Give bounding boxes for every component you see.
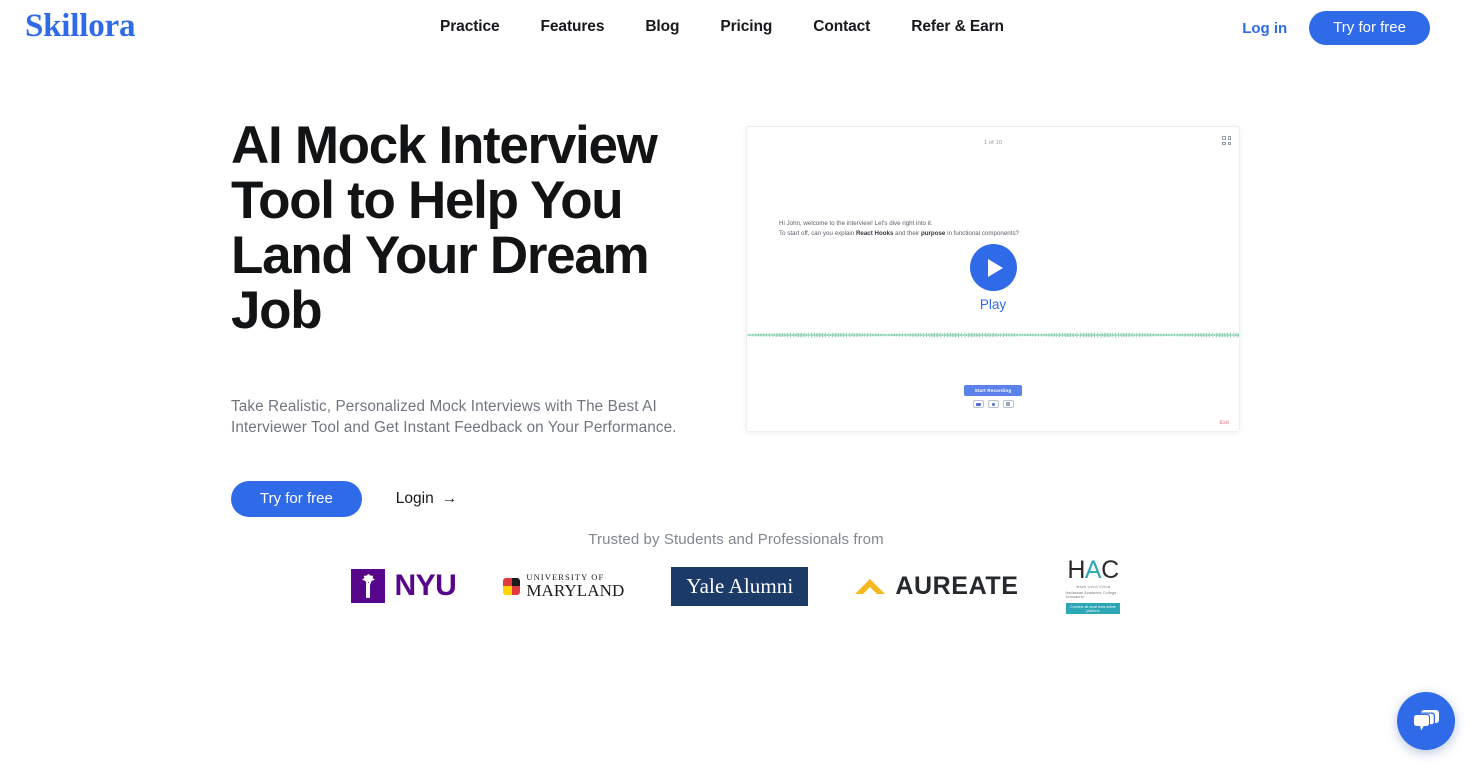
page-title: AI Mock Interview Tool to Help You Land … (231, 116, 658, 340)
trusted-logos: NYU UNIVERSITY OF MARYLAND Yale Alumni A… (0, 558, 1472, 614)
hero-content: AI Mock Interview Tool to Help You Land … (231, 118, 731, 517)
grid-expand-icon[interactable] (1222, 136, 1231, 145)
logo-university-of-maryland: UNIVERSITY OF MARYLAND (503, 573, 624, 600)
exit-button[interactable]: Exit (1219, 420, 1229, 426)
play-control: Play (747, 244, 1239, 312)
logo-yale-alumni: Yale Alumni (671, 566, 809, 606)
start-recording-button[interactable]: Start Recording (963, 385, 1023, 396)
chat-bubble-icon (1413, 709, 1439, 730)
settings-icon[interactable] (1002, 400, 1014, 408)
transcript-middle: and their (893, 230, 921, 237)
play-triangle-icon (987, 258, 1003, 277)
nav-item-pricing[interactable]: Pricing (720, 18, 772, 36)
try-for-free-button-header[interactable]: Try for free (1309, 11, 1430, 45)
nav-item-blog[interactable]: Blog (645, 18, 679, 36)
brand-logo[interactable]: Skillora (25, 8, 135, 45)
maryland-line-2: MARYLAND (526, 581, 625, 601)
arrow-right-icon: → (441, 490, 458, 508)
hac-letter-c: C (1101, 556, 1119, 584)
maryland-wordmark: UNIVERSITY OF MARYLAND (526, 573, 624, 600)
interview-transcript: Hi John, welcome to the interview! Let's… (779, 219, 1211, 239)
recording-controls: Start Recording (747, 385, 1239, 408)
hero-actions: Try for free Login → (231, 481, 731, 517)
login-link[interactable]: Log in (1242, 20, 1287, 37)
main-nav: Practice Features Blog Pricing Contact R… (440, 18, 1004, 36)
interview-demo-panel[interactable]: 1 of 10 Hi John, welcome to the intervie… (746, 126, 1240, 432)
login-link-hero[interactable]: Login → (396, 490, 457, 508)
trusted-by-heading: Trusted by Students and Professionals fr… (588, 531, 884, 548)
aureate-chevron-icon (855, 578, 886, 595)
transcript-bold-purpose: purpose (920, 230, 946, 237)
logo-nyu: NYU (351, 569, 457, 603)
hac-letter-h: H (1067, 556, 1085, 584)
nyu-wordmark: NYU (394, 569, 457, 602)
nyu-torch-icon (351, 569, 386, 603)
nav-item-practice[interactable]: Practice (440, 18, 500, 36)
login-label: Login (395, 490, 434, 507)
yale-wordmark: Yale Alumni (686, 573, 794, 598)
try-for-free-button-hero[interactable]: Try for free (231, 481, 362, 517)
hac-letter-a: A (1084, 556, 1102, 584)
mic-icon[interactable] (987, 400, 999, 408)
nav-item-features[interactable]: Features (541, 18, 605, 36)
audio-waveform (747, 332, 1239, 338)
play-icon[interactable] (969, 244, 1017, 291)
transcript-line-1: Hi John, welcome to the interview! Let's… (779, 220, 933, 227)
logo-hac: HAC מכללה לחינוך אקדמי Hadassah Academic… (1066, 558, 1121, 614)
maryland-line-1: UNIVERSITY OF (526, 571, 605, 582)
transcript-line-2: To start off, can you explain React Hook… (779, 229, 1211, 239)
site-header: Skillora Practice Features Blog Pricing … (0, 0, 1472, 56)
hero-subtitle: Take Realistic, Personalized Mock Interv… (231, 398, 677, 436)
nav-item-refer-and-earn[interactable]: Refer & Earn (911, 18, 1004, 36)
question-counter: 1 of 10 (983, 140, 1003, 146)
aureate-wordmark: AUREATE (895, 571, 1019, 600)
transcript-prefix: To start off, can you explain (779, 230, 856, 237)
hac-wordmark: HAC (1067, 556, 1119, 584)
hac-tagline-bar: Connect all local area online platform (1066, 603, 1121, 614)
media-control-row (972, 400, 1014, 408)
logo-aureate: AUREATE (855, 572, 1018, 601)
nav-item-contact[interactable]: Contact (813, 18, 870, 36)
maryland-flag-icon (503, 577, 521, 595)
play-label: Play (979, 297, 1007, 312)
hac-subtitle-hebrew: מכללה לחינוך אקדמי (1075, 585, 1111, 589)
header-actions: Log in Try for free (1242, 11, 1430, 45)
rewind-icon[interactable] (972, 400, 984, 408)
transcript-suffix: in functional components? (945, 230, 1019, 237)
chat-widget-button[interactable] (1397, 692, 1455, 750)
hac-subtitle-english: Hadassah Academic College Jerusalem (1065, 591, 1117, 599)
transcript-bold-react-hooks: React Hooks (855, 230, 894, 237)
